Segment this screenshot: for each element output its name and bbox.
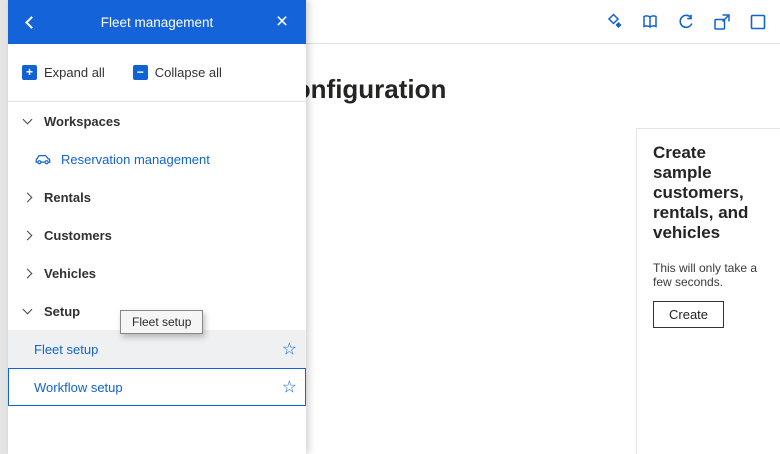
expand-collapse-row: Expand all Collapse all (8, 44, 306, 102)
chevron-left-icon (24, 15, 38, 29)
chevron-down-icon (22, 304, 33, 315)
nav-item-vehicles[interactable]: Vehicles (8, 254, 306, 292)
app-left-strip (0, 0, 8, 454)
chevron-right-icon (22, 230, 33, 240)
nav-panel-header: Fleet management (8, 0, 306, 44)
nav-item-rentals[interactable]: Rentals (8, 178, 306, 216)
book-icon[interactable] (638, 10, 662, 34)
nav-item-label: Customers (44, 227, 112, 243)
expand-all-button[interactable]: Expand all (22, 65, 105, 80)
collapse-all-label: Collapse all (154, 65, 222, 80)
back-button[interactable] (16, 0, 46, 44)
maximize-icon[interactable] (746, 10, 770, 34)
fleet-setup-tooltip: Fleet setup (120, 310, 204, 334)
chevron-right-icon (22, 192, 33, 202)
nav-item-workspaces[interactable]: Workspaces (8, 102, 306, 140)
card-title: Create sample customers, rentals, and ve… (653, 143, 749, 242)
main-content: Create sample customers, rentals, and ve… (306, 0, 780, 454)
nav-item-fleet-setup[interactable]: Fleet setup (8, 330, 306, 368)
refresh-icon[interactable] (674, 10, 698, 34)
diamonds-icon[interactable] (602, 10, 626, 34)
chevron-down-icon (22, 114, 33, 125)
nav-item-label: Rentals (44, 189, 91, 205)
nav-item-label: Setup (44, 303, 81, 319)
star-icon[interactable] (282, 341, 297, 358)
collapse-all-button[interactable]: Collapse all (132, 65, 222, 80)
nav-item-label: Reservation management (61, 151, 210, 167)
nav-tree: Workspaces Reservation management Rental… (8, 102, 306, 406)
nav-item-label: Vehicles (44, 265, 97, 281)
star-icon[interactable] (282, 379, 297, 396)
nav-panel-title: Fleet management (100, 14, 214, 30)
nav-item-label: Workflow setup (34, 379, 123, 395)
card-description: This will only take a few seconds. (653, 261, 758, 289)
configuration-card: Create sample customers, rentals, and ve… (636, 128, 780, 454)
nav-item-customers[interactable]: Customers (8, 216, 306, 254)
expand-all-label: Expand all (44, 65, 105, 80)
expand-all-icon (22, 65, 37, 80)
chevron-right-icon (22, 268, 33, 278)
nav-item-label: Fleet setup (34, 341, 99, 357)
fleet-management-nav-panel: Fleet management Expand all Collapse all… (8, 0, 306, 454)
top-toolbar (306, 0, 780, 44)
car-icon (34, 150, 52, 168)
nav-item-label: Workspaces (44, 113, 121, 129)
nav-item-workflow-setup[interactable]: Workflow setup (8, 368, 306, 406)
nav-item-reservation-management[interactable]: Reservation management (8, 140, 306, 178)
create-button[interactable]: Create (653, 301, 725, 328)
open-new-window-icon[interactable] (710, 10, 734, 34)
close-icon[interactable] (266, 0, 298, 44)
collapse-all-icon (132, 65, 148, 80)
